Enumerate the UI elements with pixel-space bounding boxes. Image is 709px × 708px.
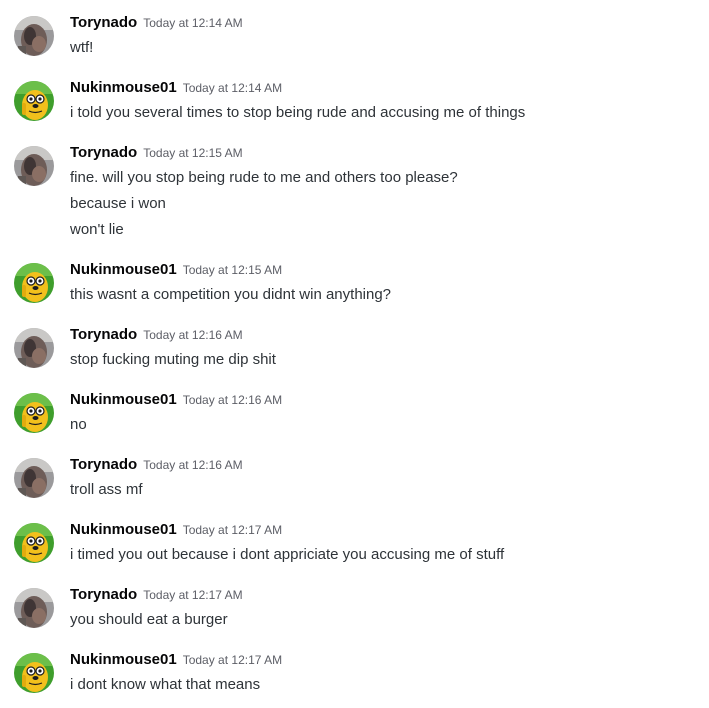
message-content: you should eat a burger	[70, 610, 228, 630]
timestamp: Today at 12:15 AM	[182, 263, 283, 277]
timestamp: Today at 12:17 AM	[143, 588, 243, 602]
jake-the-dog-avatar-icon	[14, 263, 54, 303]
message-content: wtf!	[70, 38, 93, 58]
username[interactable]: Torynado	[70, 586, 137, 603]
username[interactable]: Torynado	[70, 14, 137, 31]
message-content: i dont know what that means	[70, 675, 260, 695]
username[interactable]: Torynado	[70, 456, 137, 473]
username[interactable]: Nukinmouse01	[70, 261, 177, 278]
user-avatar-nukinmouse01[interactable]	[14, 81, 54, 121]
username[interactable]: Nukinmouse01	[70, 651, 177, 668]
message-header: Torynado Today at 12:15 AM	[70, 144, 243, 164]
chat-message-list: Torynado Today at 12:14 AM wtf! Nukinmous…	[0, 0, 709, 708]
message-header: Torynado Today at 12:17 AM	[70, 586, 243, 606]
timestamp: Today at 12:14 AM	[143, 16, 243, 30]
user-avatar-torynado[interactable]	[14, 146, 54, 186]
message-text: wtf!	[70, 39, 94, 56]
user-avatar-nukinmouse01[interactable]	[14, 393, 54, 433]
rocky-wolf-avatar-icon	[14, 16, 54, 56]
message-text: this wasnt a competition you didnt win a…	[70, 286, 392, 303]
username[interactable]: Torynado	[70, 326, 137, 343]
timestamp: Today at 12:17 AM	[182, 523, 283, 537]
user-avatar-nukinmouse01[interactable]	[14, 653, 54, 693]
jake-the-dog-avatar-icon	[14, 393, 54, 433]
message-header: Torynado Today at 12:16 AM	[70, 326, 243, 346]
jake-the-dog-avatar-icon	[14, 523, 54, 563]
message-text: troll ass mf	[70, 481, 143, 498]
message-text: i told you several times to stop being r…	[70, 104, 526, 121]
timestamp: Today at 12:15 AM	[143, 146, 243, 160]
message-content: this wasnt a competition you didnt win a…	[70, 285, 391, 305]
username[interactable]: Nukinmouse01	[70, 521, 177, 538]
message-header: Nukinmouse01 Today at 12:16 AM	[70, 391, 282, 411]
user-avatar-nukinmouse01[interactable]	[14, 523, 54, 563]
message-content: i timed you out because i dont appriciat…	[70, 545, 504, 565]
user-avatar-nukinmouse01[interactable]	[14, 263, 54, 303]
message-text: fine. will you stop being rude to me and…	[70, 169, 458, 186]
message-text: i timed you out because i dont appriciat…	[70, 546, 505, 563]
jake-the-dog-avatar-icon	[14, 653, 54, 693]
message-content: no	[70, 415, 87, 435]
user-avatar-torynado[interactable]	[14, 458, 54, 498]
rocky-wolf-avatar-icon	[14, 328, 54, 368]
message-header: Nukinmouse01 Today at 12:17 AM	[70, 521, 282, 541]
timestamp: Today at 12:17 AM	[182, 653, 283, 667]
message-content: fine. will you stop being rude to me and…	[70, 168, 458, 240]
message-content: stop fucking muting me dip shit	[70, 350, 276, 370]
user-avatar-torynado[interactable]	[14, 16, 54, 56]
message-text: because i won	[70, 195, 166, 212]
username[interactable]: Nukinmouse01	[70, 391, 177, 408]
message-text: you should eat a burger	[70, 611, 228, 628]
message-header: Torynado Today at 12:16 AM	[70, 456, 243, 476]
user-avatar-torynado[interactable]	[14, 328, 54, 368]
message-content: i told you several times to stop being r…	[70, 103, 525, 123]
timestamp: Today at 12:16 AM	[182, 393, 283, 407]
rocky-wolf-avatar-icon	[14, 146, 54, 186]
message-text: i dont know what that means	[70, 676, 261, 693]
user-avatar-torynado[interactable]	[14, 588, 54, 628]
timestamp: Today at 12:16 AM	[143, 328, 243, 342]
timestamp: Today at 12:16 AM	[143, 458, 243, 472]
rocky-wolf-avatar-icon	[14, 588, 54, 628]
timestamp: Today at 12:14 AM	[182, 81, 283, 95]
message-text: no	[70, 416, 87, 433]
message-header: Nukinmouse01 Today at 12:14 AM	[70, 79, 282, 99]
message-text: won't lie	[70, 221, 124, 238]
message-content: troll ass mf	[70, 480, 143, 500]
message-header: Nukinmouse01 Today at 12:15 AM	[70, 261, 282, 281]
message-header: Torynado Today at 12:14 AM	[70, 14, 243, 34]
jake-the-dog-avatar-icon	[14, 81, 54, 121]
message-text: stop fucking muting me dip shit	[70, 351, 276, 368]
username[interactable]: Torynado	[70, 144, 137, 161]
rocky-wolf-avatar-icon	[14, 458, 54, 498]
message-header: Nukinmouse01 Today at 12:17 AM	[70, 651, 282, 671]
username[interactable]: Nukinmouse01	[70, 79, 177, 96]
